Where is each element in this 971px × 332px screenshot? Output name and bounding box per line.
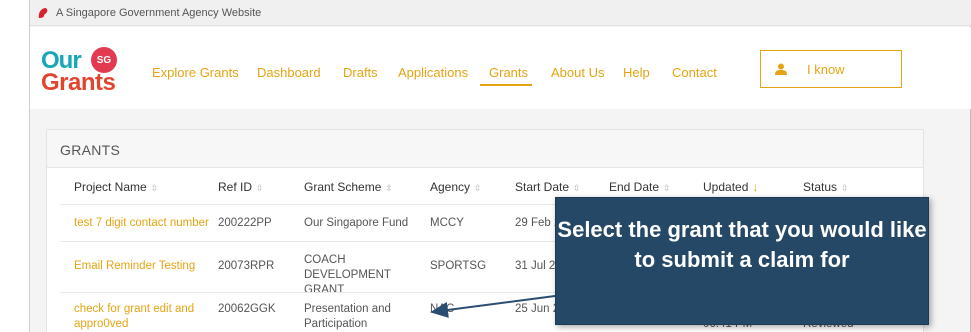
row3-project-link[interactable]: check for grant edit and appro0ved [74,302,204,332]
row1-agency: MCCY [430,217,464,229]
sort-icon: ⇳ [663,183,671,193]
logo-grants: Grants [41,69,116,96]
header-label: Updated [703,180,749,194]
ourgrants-logo[interactable]: Our SG Grants [41,45,121,96]
nav-about-us[interactable]: About Us [551,65,604,80]
header-agency[interactable]: Agency ⇳ [430,180,482,194]
header-label: Project Name [74,180,147,194]
nav-active-indicator [480,84,532,86]
nav-dashboard[interactable]: Dashboard [257,65,321,80]
header-start-date[interactable]: Start Date ⇳ [515,180,581,194]
nav-help[interactable]: Help [623,65,650,80]
header-project-name[interactable]: Project Name ⇳ [74,180,158,194]
gov-banner: A Singapore Government Agency Website [30,0,971,26]
sort-icon: ⇳ [573,183,581,193]
nav-contact[interactable]: Contact [672,65,717,80]
header-label: End Date [609,180,660,194]
sort-icon: ⇳ [841,183,849,193]
header-status[interactable]: Status ⇳ [803,180,849,194]
sort-icon: ⇳ [256,183,264,193]
header-label: Agency [430,180,471,194]
nav-grants[interactable]: Grants [489,65,528,80]
user-menu-button[interactable]: I know [760,50,902,88]
row3-agency: NAC [430,303,455,315]
header-updated[interactable]: Updated ↓ [703,180,758,194]
instruction-callout: Select the grant that you would like to … [555,197,929,325]
gov-banner-text: A Singapore Government Agency Website [56,6,262,19]
row3-ref-id: 20062GGK [218,303,276,315]
header-label: Start Date [515,180,570,194]
row2-agency: SPORTSG [430,260,487,272]
header-label: Status [803,180,838,194]
sort-desc-icon: ↓ [752,180,759,194]
row1-ref-id: 200222PP [218,217,272,229]
row1-grant-scheme: Our Singapore Fund [304,217,409,229]
sort-icon: ⇳ [150,183,159,193]
site-header: Our SG Grants Explore Grants Dashboard D… [30,27,971,109]
header-end-date[interactable]: End Date ⇳ [609,180,671,194]
row2-project-link[interactable]: Email Reminder Testing [74,259,195,274]
header-label: Grant Scheme [304,180,382,194]
row2-ref-id: 20073RPR [218,260,275,272]
lion-head-icon [38,7,48,18]
user-icon [775,63,787,75]
header-grant-scheme[interactable]: Grant Scheme ⇳ [304,180,393,194]
row1-project-link[interactable]: test 7 digit contact number [74,216,209,231]
row3-grant-scheme: Presentation and Participation [304,303,391,330]
sort-icon: ⇳ [385,183,393,193]
header-label: Ref ID [218,180,253,194]
sort-icon: ⇳ [474,183,482,193]
user-name: I know [807,61,845,77]
nav-explore-grants[interactable]: Explore Grants [152,65,239,80]
panel-title: GRANTS [47,130,923,168]
nav-applications[interactable]: Applications [398,65,468,80]
header-ref-id[interactable]: Ref ID ⇳ [218,180,264,194]
nav-drafts[interactable]: Drafts [343,65,378,80]
